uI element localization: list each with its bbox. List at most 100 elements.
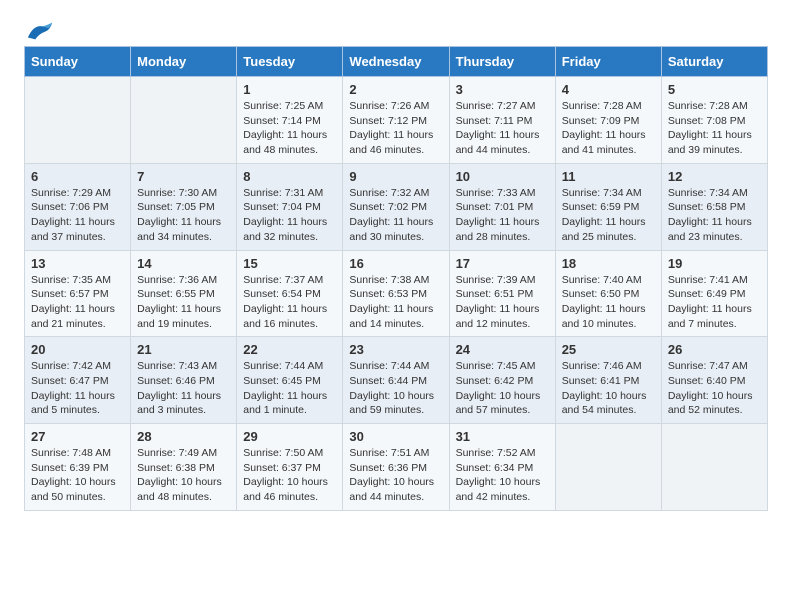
- cell-text: Sunrise: 7:44 AMSunset: 6:45 PMDaylight:…: [243, 359, 336, 418]
- cell-text: Sunrise: 7:28 AMSunset: 7:09 PMDaylight:…: [562, 99, 655, 158]
- cell-text: Sunrise: 7:39 AMSunset: 6:51 PMDaylight:…: [456, 273, 549, 332]
- calendar-cell: [25, 77, 131, 164]
- weekday-header-wednesday: Wednesday: [343, 47, 449, 77]
- day-number: 25: [562, 342, 655, 357]
- calendar-cell: 26 Sunrise: 7:47 AMSunset: 6:40 PMDayligh…: [661, 337, 767, 424]
- day-number: 26: [668, 342, 761, 357]
- weekday-header-thursday: Thursday: [449, 47, 555, 77]
- calendar-cell: [555, 424, 661, 511]
- weekday-header-monday: Monday: [131, 47, 237, 77]
- day-number: 9: [349, 169, 442, 184]
- cell-text: Sunrise: 7:27 AMSunset: 7:11 PMDaylight:…: [456, 99, 549, 158]
- cell-text: Sunrise: 7:25 AMSunset: 7:14 PMDaylight:…: [243, 99, 336, 158]
- cell-text: Sunrise: 7:46 AMSunset: 6:41 PMDaylight:…: [562, 359, 655, 418]
- calendar-cell: 24 Sunrise: 7:45 AMSunset: 6:42 PMDayligh…: [449, 337, 555, 424]
- day-number: 12: [668, 169, 761, 184]
- cell-text: Sunrise: 7:51 AMSunset: 6:36 PMDaylight:…: [349, 446, 442, 505]
- calendar-cell: 8 Sunrise: 7:31 AMSunset: 7:04 PMDaylight…: [237, 163, 343, 250]
- day-number: 4: [562, 82, 655, 97]
- cell-text: Sunrise: 7:36 AMSunset: 6:55 PMDaylight:…: [137, 273, 230, 332]
- calendar-cell: 15 Sunrise: 7:37 AMSunset: 6:54 PMDayligh…: [237, 250, 343, 337]
- cell-text: Sunrise: 7:50 AMSunset: 6:37 PMDaylight:…: [243, 446, 336, 505]
- cell-text: Sunrise: 7:33 AMSunset: 7:01 PMDaylight:…: [456, 186, 549, 245]
- day-number: 18: [562, 256, 655, 271]
- day-number: 28: [137, 429, 230, 444]
- day-number: 14: [137, 256, 230, 271]
- calendar-cell: 21Sunrise: 7:43 AMSunset: 6:46 PMDayligh…: [131, 337, 237, 424]
- calendar-cell: [661, 424, 767, 511]
- day-number: 19: [668, 256, 761, 271]
- cell-text: Sunrise: 7:28 AMSunset: 7:08 PMDaylight:…: [668, 99, 761, 158]
- weekday-header-sunday: Sunday: [25, 47, 131, 77]
- day-number: 11: [562, 169, 655, 184]
- weekday-header-tuesday: Tuesday: [237, 47, 343, 77]
- calendar-cell: 25 Sunrise: 7:46 AMSunset: 6:41 PMDayligh…: [555, 337, 661, 424]
- calendar-cell: [131, 77, 237, 164]
- weekday-header-saturday: Saturday: [661, 47, 767, 77]
- calendar-cell: 20 Sunrise: 7:42 AMSunset: 6:47 PMDayligh…: [25, 337, 131, 424]
- day-number: 7: [137, 169, 230, 184]
- calendar-cell: 27 Sunrise: 7:48 AMSunset: 6:39 PMDayligh…: [25, 424, 131, 511]
- day-number: 30: [349, 429, 442, 444]
- cell-text: Sunrise: 7:48 AMSunset: 6:39 PMDaylight:…: [31, 446, 124, 505]
- calendar-cell: 29 Sunrise: 7:50 AMSunset: 6:37 PMDayligh…: [237, 424, 343, 511]
- cell-text: Sunrise: 7:40 AMSunset: 6:50 PMDaylight:…: [562, 273, 655, 332]
- day-number: 21: [137, 342, 230, 357]
- calendar-cell: 19 Sunrise: 7:41 AMSunset: 6:49 PMDayligh…: [661, 250, 767, 337]
- calendar-table: SundayMondayTuesdayWednesdayThursdayFrid…: [24, 46, 768, 511]
- calendar-cell: 2 Sunrise: 7:26 AMSunset: 7:12 PMDaylight…: [343, 77, 449, 164]
- day-number: 5: [668, 82, 761, 97]
- calendar-week-row: 1 Sunrise: 7:25 AMSunset: 7:14 PMDaylight…: [25, 77, 768, 164]
- calendar-cell: 5 Sunrise: 7:28 AMSunset: 7:08 PMDaylight…: [661, 77, 767, 164]
- logo-bird-icon: [26, 20, 54, 42]
- day-number: 27: [31, 429, 124, 444]
- calendar-week-row: 6Sunrise: 7:29 AMSunset: 7:06 PMDaylight…: [25, 163, 768, 250]
- calendar-cell: 30 Sunrise: 7:51 AMSunset: 6:36 PMDayligh…: [343, 424, 449, 511]
- calendar-cell: 22 Sunrise: 7:44 AMSunset: 6:45 PMDayligh…: [237, 337, 343, 424]
- cell-text: Sunrise: 7:49 AMSunset: 6:38 PMDaylight:…: [137, 446, 230, 505]
- day-number: 22: [243, 342, 336, 357]
- calendar-cell: 9 Sunrise: 7:32 AMSunset: 7:02 PMDaylight…: [343, 163, 449, 250]
- day-number: 24: [456, 342, 549, 357]
- page-header: [24, 20, 768, 38]
- day-number: 2: [349, 82, 442, 97]
- calendar-cell: 14 Sunrise: 7:36 AMSunset: 6:55 PMDayligh…: [131, 250, 237, 337]
- day-number: 23: [349, 342, 442, 357]
- day-number: 10: [456, 169, 549, 184]
- cell-text: Sunrise: 7:31 AMSunset: 7:04 PMDaylight:…: [243, 186, 336, 245]
- cell-text: Sunrise: 7:30 AMSunset: 7:05 PMDaylight:…: [137, 186, 230, 245]
- cell-text: Sunrise: 7:42 AMSunset: 6:47 PMDaylight:…: [31, 359, 124, 418]
- day-number: 8: [243, 169, 336, 184]
- calendar-cell: 16 Sunrise: 7:38 AMSunset: 6:53 PMDayligh…: [343, 250, 449, 337]
- weekday-header-row: SundayMondayTuesdayWednesdayThursdayFrid…: [25, 47, 768, 77]
- weekday-header-friday: Friday: [555, 47, 661, 77]
- day-number: 17: [456, 256, 549, 271]
- calendar-cell: 1 Sunrise: 7:25 AMSunset: 7:14 PMDaylight…: [237, 77, 343, 164]
- cell-text: Sunrise: 7:45 AMSunset: 6:42 PMDaylight:…: [456, 359, 549, 418]
- day-number: 29: [243, 429, 336, 444]
- cell-text: Sunrise: 7:37 AMSunset: 6:54 PMDaylight:…: [243, 273, 336, 332]
- calendar-cell: 4 Sunrise: 7:28 AMSunset: 7:09 PMDaylight…: [555, 77, 661, 164]
- day-number: 16: [349, 256, 442, 271]
- day-number: 15: [243, 256, 336, 271]
- cell-text: Sunrise: 7:26 AMSunset: 7:12 PMDaylight:…: [349, 99, 442, 158]
- cell-text: Sunrise: 7:35 AMSunset: 6:57 PMDaylight:…: [31, 273, 124, 332]
- calendar-cell: 28 Sunrise: 7:49 AMSunset: 6:38 PMDayligh…: [131, 424, 237, 511]
- cell-text: Sunrise: 7:34 AMSunset: 6:59 PMDaylight:…: [562, 186, 655, 245]
- day-number: 20: [31, 342, 124, 357]
- cell-text: Sunrise: 7:32 AMSunset: 7:02 PMDaylight:…: [349, 186, 442, 245]
- day-number: 1: [243, 82, 336, 97]
- calendar-cell: 12Sunrise: 7:34 AMSunset: 6:58 PMDayligh…: [661, 163, 767, 250]
- calendar-week-row: 27 Sunrise: 7:48 AMSunset: 6:39 PMDayligh…: [25, 424, 768, 511]
- calendar-cell: 23Sunrise: 7:44 AMSunset: 6:44 PMDayligh…: [343, 337, 449, 424]
- calendar-cell: 17 Sunrise: 7:39 AMSunset: 6:51 PMDayligh…: [449, 250, 555, 337]
- calendar-cell: 7 Sunrise: 7:30 AMSunset: 7:05 PMDaylight…: [131, 163, 237, 250]
- day-number: 31: [456, 429, 549, 444]
- day-number: 6: [31, 169, 124, 184]
- cell-text: Sunrise: 7:52 AMSunset: 6:34 PMDaylight:…: [456, 446, 549, 505]
- cell-text: Sunrise: 7:38 AMSunset: 6:53 PMDaylight:…: [349, 273, 442, 332]
- cell-text: Sunrise: 7:47 AMSunset: 6:40 PMDaylight:…: [668, 359, 761, 418]
- calendar-cell: 11 Sunrise: 7:34 AMSunset: 6:59 PMDayligh…: [555, 163, 661, 250]
- calendar-cell: 3Sunrise: 7:27 AMSunset: 7:11 PMDaylight…: [449, 77, 555, 164]
- cell-text: Sunrise: 7:41 AMSunset: 6:49 PMDaylight:…: [668, 273, 761, 332]
